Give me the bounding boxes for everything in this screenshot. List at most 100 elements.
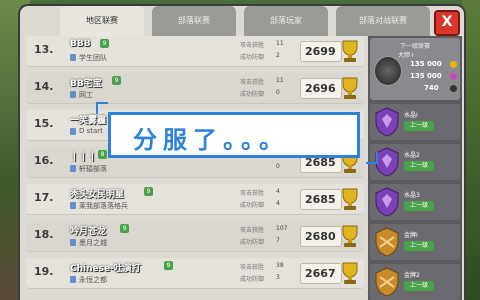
attack-label: 攻击获胜 [240, 79, 265, 86]
list-item[interactable]: 19. Chinese-吐演打 9 永恒之都 攻击获胜 成功防御 38 3 26… [26, 258, 364, 289]
trophy-count: 2685 [305, 193, 336, 206]
level-badge: 9 [164, 261, 173, 270]
overlay-corner [96, 102, 108, 114]
level-badge: 9 [120, 224, 129, 233]
player-name: 丨丨丨 [70, 153, 98, 163]
defense-label: 成功防御 [240, 239, 265, 246]
league-item-crystal-2[interactable]: 水晶2 上一级 [370, 144, 460, 180]
gold-reward: 135 000 [410, 60, 442, 68]
league-item-crystal-1[interactable]: 水晶I 上一级 [370, 104, 460, 140]
trophy-icon [342, 225, 358, 247]
level-badge: 9 [112, 76, 121, 85]
elixir-icon [450, 73, 457, 80]
trophy-count: 2696 [305, 82, 336, 95]
trophy-box: 2680 [300, 226, 342, 247]
league-up-button[interactable]: 上一级 [404, 281, 434, 291]
tab-clan-war-league[interactable]: 部落对战联赛 [336, 6, 430, 36]
next-league-label: 下一级联赛 [399, 43, 430, 50]
attack-label: 攻击获胜 [240, 190, 265, 197]
tab-clan-league[interactable]: 部落联赛 [152, 6, 236, 36]
trophy-box: 2699 [300, 41, 342, 62]
league-up-button[interactable]: 上一级 [404, 241, 434, 251]
trophy-count: 2680 [305, 230, 336, 243]
rank: 19. [34, 265, 54, 278]
crystal-league-icon [375, 187, 399, 217]
dark-elixir-icon [450, 85, 457, 92]
clan-badge-icon [70, 165, 76, 172]
player-name: Chinese-吐演打 [70, 264, 141, 274]
attack-wins: 107 [276, 225, 288, 232]
list-item[interactable]: 18. 吟月苍龙 9 墨月之城 攻击获胜 成功防御 107 7 2680 [26, 221, 364, 252]
caption-overlay: 分服了。。。 [108, 112, 360, 158]
player-name: BB宅宝 [70, 79, 102, 89]
defense-label: 成功防御 [240, 276, 265, 283]
rank: 13. [34, 43, 54, 56]
clan-name: 学生团队 [79, 54, 107, 62]
defense-wins: 0 [276, 89, 280, 96]
overlay-corner [366, 152, 378, 164]
attack-label: 攻击获胜 [240, 227, 265, 234]
tab-clan-players[interactable]: 部落玩家 [244, 6, 328, 36]
trophy-icon [342, 77, 358, 99]
player-name: 吟月苍龙 [70, 227, 107, 237]
defense-label: 成功防御 [240, 202, 265, 209]
league-item-gold-2[interactable]: 金牌2 上一级 [370, 264, 460, 300]
attack-wins: 11 [276, 77, 284, 84]
gold-icon [450, 61, 457, 68]
player-name: BBB [70, 39, 91, 49]
attack-label: 攻击获胜 [240, 264, 265, 271]
clan-badge-icon [70, 239, 76, 246]
league-name: 水晶I [404, 112, 418, 119]
league-sidebar: 下一级联赛 大师 I 135 000 135 000 740 水晶I 上一级 水… [368, 36, 462, 300]
crystal-league-icon [375, 107, 399, 137]
clan-badge-icon [70, 91, 76, 98]
leaderboard-list: 13. BBB 9 学生团队 攻击获胜 成功防御 11 2 2699 14. B… [26, 36, 364, 300]
attack-wins: 11 [276, 40, 284, 47]
next-league-name: 大师 I [398, 52, 414, 59]
clan-name: D start [79, 127, 103, 135]
player-name: 一笑雾霾 [70, 116, 107, 126]
list-item[interactable]: 13. BBB 9 学生团队 攻击获胜 成功防御 11 2 2699 [26, 36, 364, 67]
trophy-box: 2696 [300, 78, 342, 99]
clan-name: 莱我部落落格兵 [79, 202, 128, 210]
league-name: 水晶3 [404, 192, 420, 199]
tab-bar: 地区联赛 部落联赛 部落玩家 部落对战联赛 [40, 6, 440, 36]
gold-league-icon [375, 267, 399, 297]
league-emblem-icon [374, 56, 402, 86]
rank: 16. [34, 154, 54, 167]
league-up-button[interactable]: 上一级 [404, 121, 434, 131]
caption-text: 分服了。。。 [133, 126, 289, 154]
rank: 14. [34, 80, 54, 93]
clan-name: 网工 [79, 91, 93, 99]
close-button[interactable]: X [434, 10, 460, 36]
game-background-right [462, 0, 480, 300]
clan-badge-icon [70, 202, 76, 209]
trophy-count: 2667 [305, 267, 336, 280]
league-up-button[interactable]: 上一级 [404, 161, 434, 171]
trophy-box: 2685 [300, 189, 342, 210]
league-name: 水晶2 [404, 152, 420, 159]
clan-badge-icon [70, 128, 76, 135]
league-name: 金牌I [404, 232, 418, 239]
rank: 15. [34, 117, 54, 130]
level-badge: 9 [144, 187, 153, 196]
defense-wins: 7 [276, 237, 280, 244]
clan-name: 墨月之城 [79, 239, 107, 247]
league-up-button[interactable]: 上一级 [404, 201, 434, 211]
next-league-card: 下一级联赛 大师 I 135 000 135 000 740 [370, 38, 460, 100]
list-item[interactable]: 17. 秃头女民明星 9 莱我部落落格兵 攻击获胜 成功防御 4 4 2685 [26, 184, 364, 215]
league-name: 金牌2 [404, 272, 420, 279]
level-badge: 8 [98, 150, 107, 159]
defense-label: 成功防御 [240, 91, 265, 98]
trophy-icon [342, 40, 358, 62]
list-item[interactable]: 14. BB宅宝 9 网工 攻击获胜 成功防御 11 0 2696 [26, 73, 364, 104]
gold-league-icon [375, 227, 399, 257]
league-item-gold-1[interactable]: 金牌I 上一级 [370, 224, 460, 260]
defense-label: 成功防御 [240, 54, 265, 61]
league-item-crystal-3[interactable]: 水晶3 上一级 [370, 184, 460, 220]
tab-local-league[interactable]: 地区联赛 [60, 6, 144, 36]
rank: 17. [34, 191, 54, 204]
defense-wins: 3 [276, 274, 280, 281]
clan-badge-icon [70, 276, 76, 283]
defense-wins: 0 [276, 163, 280, 170]
